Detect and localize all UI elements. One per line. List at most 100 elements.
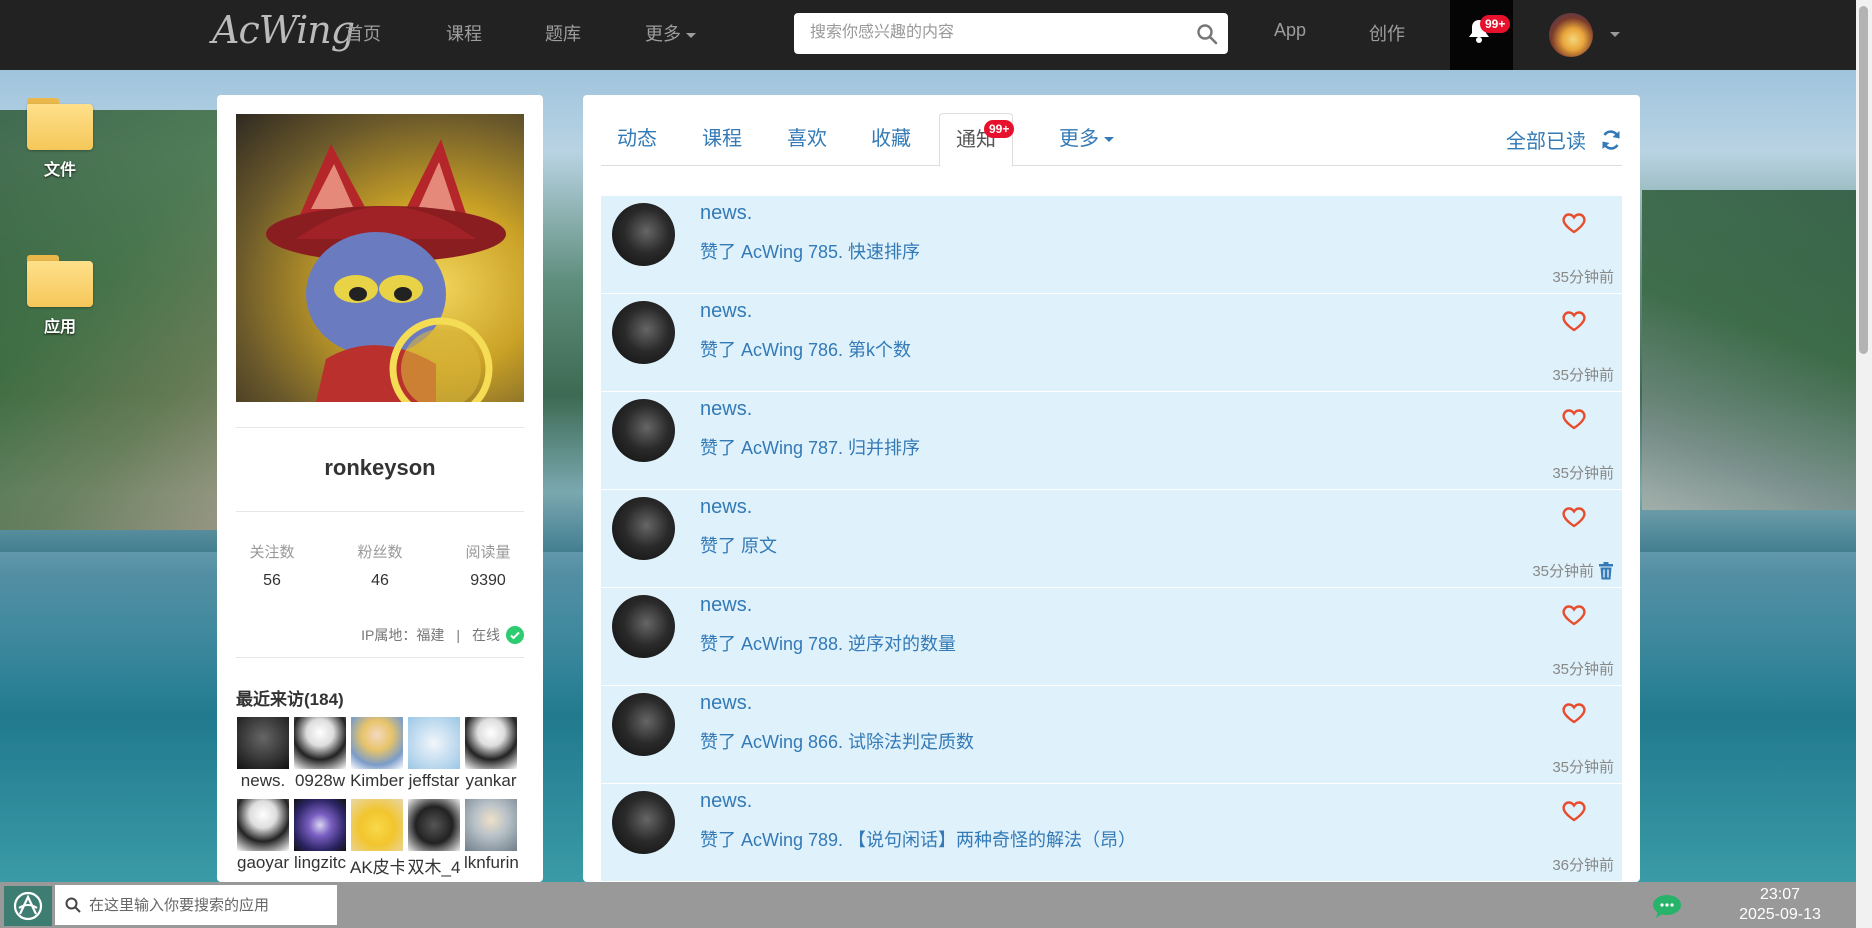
page-scrollbar-thumb[interactable]: [1859, 6, 1868, 354]
visitor-item[interactable]: news.: [236, 717, 290, 791]
notification-text[interactable]: 赞了 AcWing 866. 试除法判定质数: [700, 728, 974, 754]
notification-item[interactable]: news. 赞了 AcWing 866. 试除法判定质数 35分钟前: [601, 686, 1622, 784]
profile-username: ronkeyson: [324, 455, 436, 480]
tab-favorites[interactable]: 收藏: [855, 113, 927, 166]
tab-notifications[interactable]: 通知 99+: [939, 113, 1015, 167]
notification-text[interactable]: 赞了 AcWing 785. 快速排序: [700, 238, 920, 264]
notification-text[interactable]: 赞了 AcWing 788. 逆序对的数量: [700, 630, 956, 656]
notification-text[interactable]: 赞了 原文: [700, 532, 777, 558]
heart-icon[interactable]: [1562, 506, 1586, 528]
notification-avatar[interactable]: [612, 497, 675, 560]
notification-avatar[interactable]: [612, 595, 675, 658]
nav-more-label: 更多: [645, 24, 681, 44]
notification-item[interactable]: news. 赞了 AcWing 786. 第k个数 35分钟前: [601, 294, 1622, 392]
visitor-avatar: [294, 717, 346, 769]
notification-user[interactable]: news.: [700, 790, 752, 813]
desktop-icon-apps[interactable]: 应用: [22, 255, 98, 337]
search-icon[interactable]: [1196, 23, 1218, 45]
start-button[interactable]: [4, 886, 52, 926]
profile-photo[interactable]: [236, 114, 524, 402]
notification-avatar[interactable]: [612, 301, 675, 364]
notification-user[interactable]: news.: [700, 692, 752, 715]
taskbar-search-input[interactable]: [89, 896, 319, 914]
notifications-bell-button[interactable]: 99+: [1450, 0, 1513, 70]
notification-time-text: 35分钟前: [1552, 661, 1614, 678]
notification-item[interactable]: news. 赞了 AcWing 787. 归并排序 35分钟前: [601, 392, 1622, 490]
visitor-avatar: [237, 799, 289, 851]
ip-location: IP属地：福建: [361, 627, 445, 643]
nav-home[interactable]: 首页: [345, 20, 381, 46]
site-search-input[interactable]: [810, 13, 1190, 52]
notification-text[interactable]: 赞了 AcWing 789. 【说句闲话】两种奇怪的解法（昂）: [700, 826, 1136, 852]
chat-icon[interactable]: [1652, 894, 1682, 918]
mark-all-read-button[interactable]: 全部已读: [1506, 125, 1622, 154]
refresh-icon: [1602, 129, 1620, 150]
user-avatar[interactable]: [1549, 13, 1593, 57]
notification-item[interactable]: news. 赞了 原文 35分钟前: [601, 490, 1622, 588]
heart-icon[interactable]: [1562, 408, 1586, 430]
stat-value: 56: [263, 572, 281, 589]
nav-problems[interactable]: 题库: [545, 20, 581, 46]
taskbar-search: [55, 885, 337, 925]
stat-following[interactable]: 关注数 56: [227, 541, 317, 590]
taskbar-clock[interactable]: 23:07 2025-09-13: [1720, 885, 1840, 925]
notification-text[interactable]: 赞了 AcWing 787. 归并排序: [700, 434, 920, 460]
folder-icon: [27, 255, 93, 307]
notification-text[interactable]: 赞了 AcWing 786. 第k个数: [700, 336, 911, 362]
acwing-logo[interactable]: AcWing: [212, 8, 355, 52]
tab-likes[interactable]: 喜欢: [771, 113, 843, 166]
heart-icon[interactable]: [1562, 702, 1586, 724]
nav-create[interactable]: 创作: [1369, 20, 1405, 46]
avatar-caret-down-icon[interactable]: [1610, 32, 1620, 37]
acwing-start-icon: [13, 891, 43, 921]
visitor-item[interactable]: 双木_4: [407, 799, 461, 878]
visitor-item[interactable]: gaoyar: [236, 799, 290, 873]
desktop-icon-files[interactable]: 文件: [22, 98, 98, 180]
visitor-avatar: [408, 799, 460, 851]
notification-avatar[interactable]: [612, 791, 675, 854]
visitor-item[interactable]: yankar: [464, 717, 518, 791]
taskbar: 23:07 2025-09-13: [0, 882, 1856, 928]
tab-courses[interactable]: 课程: [686, 113, 758, 166]
stat-followers[interactable]: 粉丝数 46: [335, 541, 425, 590]
main-card: 动态 课程 喜欢 收藏 通知 99+ 更多 全部已读 news. 赞了 AcWi…: [583, 95, 1640, 882]
tab-activity[interactable]: 动态: [601, 113, 673, 166]
heart-icon[interactable]: [1562, 604, 1586, 626]
notification-item[interactable]: news. 赞了 AcWing 788. 逆序对的数量 35分钟前: [601, 588, 1622, 686]
notification-avatar[interactable]: [612, 693, 675, 756]
heart-icon[interactable]: [1562, 800, 1586, 822]
cat-wizard-illustration: [266, 139, 506, 402]
nav-courses[interactable]: 课程: [446, 20, 482, 46]
visitor-item[interactable]: 0928w: [293, 717, 347, 791]
top-navbar: AcWing 首页 课程 题库 更多 App 创作 99+: [0, 0, 1872, 70]
visitor-name: gaoyar: [237, 853, 289, 872]
nav-app[interactable]: App: [1274, 20, 1306, 41]
nav-more-dropdown[interactable]: 更多: [645, 20, 696, 46]
heart-icon[interactable]: [1562, 212, 1586, 234]
notification-user[interactable]: news.: [700, 398, 752, 421]
trash-icon[interactable]: [1598, 561, 1614, 580]
notification-time-text: 35分钟前: [1552, 465, 1614, 482]
visitor-avatar: [294, 799, 346, 851]
visitor-item[interactable]: Kimber: [350, 717, 404, 791]
visitor-item[interactable]: AK皮卡: [350, 799, 404, 878]
notification-user[interactable]: news.: [700, 202, 752, 225]
notification-avatar[interactable]: [612, 203, 675, 266]
notification-item[interactable]: news. 赞了 AcWing 789. 【说句闲话】两种奇怪的解法（昂） 36…: [601, 784, 1622, 882]
visitor-avatar: [408, 717, 460, 769]
tab-more-dropdown[interactable]: 更多: [1043, 113, 1130, 166]
visitor-name: Kimber: [350, 771, 404, 790]
notification-item[interactable]: news. 赞了 AcWing 785. 快速排序 35分钟前: [601, 196, 1622, 294]
notification-time: 35分钟前: [1552, 364, 1614, 385]
notification-user[interactable]: news.: [700, 300, 752, 323]
notification-avatar[interactable]: [612, 399, 675, 462]
visitor-avatar: [237, 717, 289, 769]
visitor-item[interactable]: lknfurin: [464, 799, 518, 873]
separator: |: [456, 627, 460, 643]
visitor-item[interactable]: jeffstar: [407, 717, 461, 791]
notification-user[interactable]: news.: [700, 594, 752, 617]
notification-user[interactable]: news.: [700, 496, 752, 519]
heart-icon[interactable]: [1562, 310, 1586, 332]
search-icon: [65, 897, 81, 913]
visitor-item[interactable]: lingzitc: [293, 799, 347, 873]
